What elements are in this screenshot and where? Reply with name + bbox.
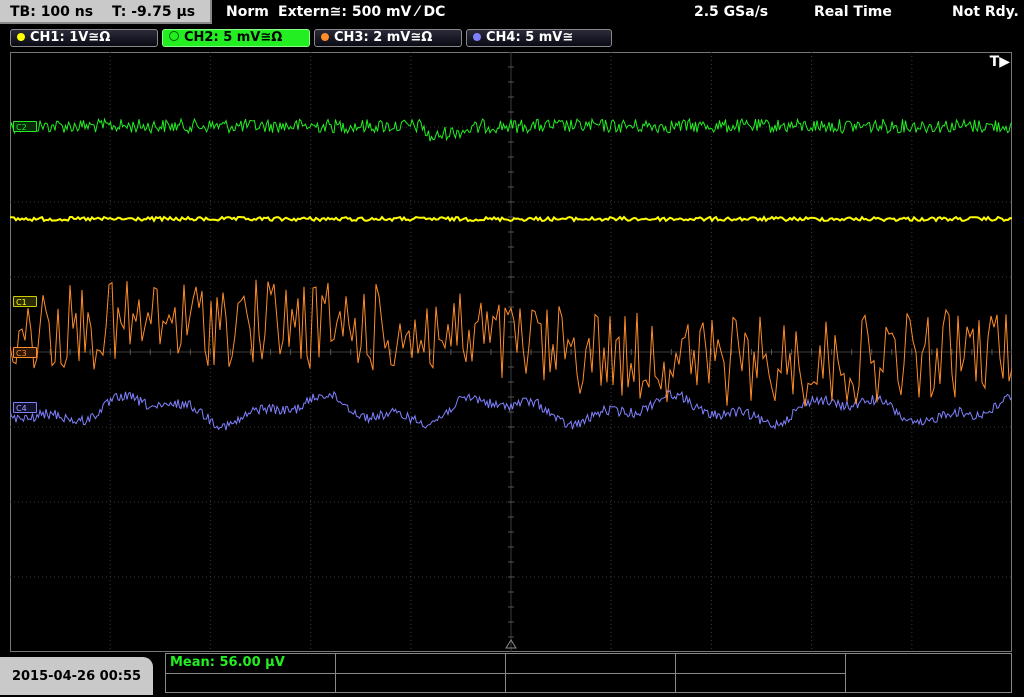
channel-3-button[interactable]: CH3: 2 mV≅Ω [314,29,462,47]
top-status-bar: TB: 100 ns T: -9.75 µs Norm Extern≅: 500… [0,0,1024,26]
measurement-panel: Mean: 56.00 µV [165,653,1012,693]
channel-4-label: CH4: 5 mV≅ [486,30,574,45]
channel-1-label: CH1: 1V≅Ω [30,30,111,45]
channel-1-dot-icon [17,33,25,41]
waveform-canvas[interactable] [10,52,1012,652]
channel-2-label: CH2: 5 mV≅Ω [184,30,283,45]
acquisition-status: Not Rdy. [952,4,1019,20]
datetime-display: 2015-04-26 00:55 [0,657,153,695]
channel-4-offset-marker[interactable]: C4 [13,402,37,413]
channel-2-offset-marker[interactable]: C2 [13,121,37,132]
trigger-time-value: T: -9.75 µs [111,4,196,20]
trigger-source[interactable]: Extern≅: 500 mV ⁄ DC [278,0,445,24]
channel-4-button[interactable]: CH4: 5 mV≅ [466,29,612,47]
channel-bar: CH1: 1V≅Ω CH2: 5 mV≅Ω CH3: 2 mV≅Ω CH4: 5… [0,27,1024,49]
trigger-position-marker[interactable]: T▶ [990,54,1010,70]
trigger-mode[interactable]: Norm [226,0,269,24]
channel-3-offset-marker[interactable]: C3 [13,347,37,358]
timebase-value: TB: 100 ns [10,4,94,20]
channel-2-dot-icon [169,31,179,41]
channel-2-button[interactable]: CH2: 5 mV≅Ω [162,29,310,47]
channel-4-dot-icon [473,33,481,41]
timebase-box[interactable]: TB: 100 ns T: -9.75 µs [0,0,212,24]
channel-3-dot-icon [321,33,329,41]
channel-1-button[interactable]: CH1: 1V≅Ω [10,29,158,47]
acquisition-mode: Real Time [814,4,892,20]
sample-rate: 2.5 GSa/s [694,4,769,20]
channel-1-offset-marker[interactable]: C1 [13,296,37,307]
mean-measurement[interactable]: Mean: 56.00 µV [170,655,285,670]
channel-3-label: CH3: 2 mV≅Ω [334,30,433,45]
